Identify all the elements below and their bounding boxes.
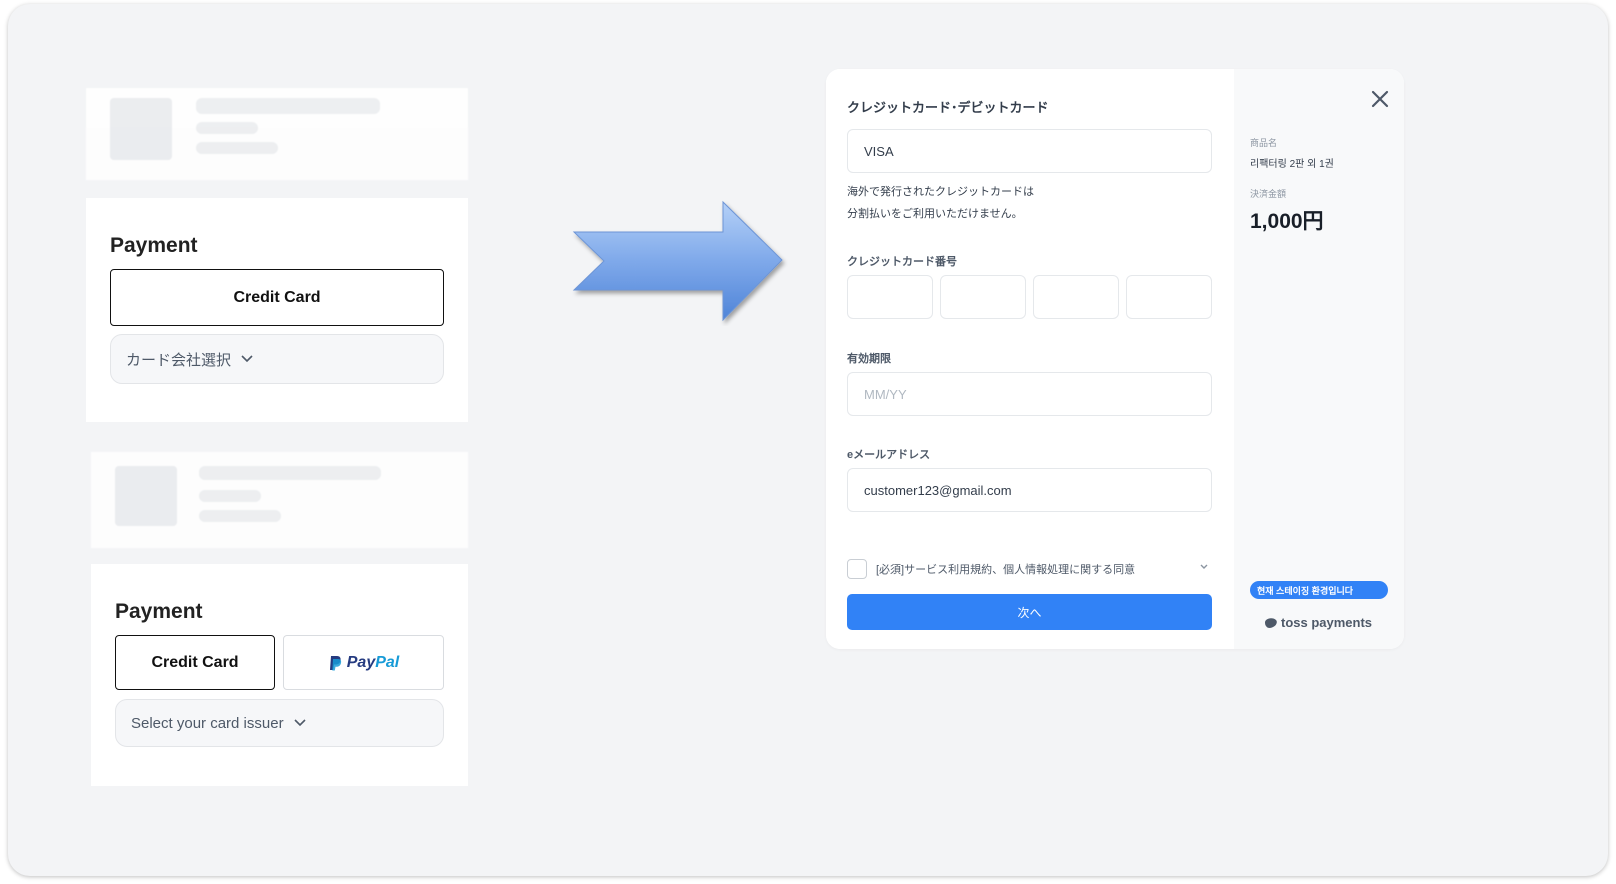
payment-panel-en: Payment Credit Card Pay Pal Select your c… [91, 564, 468, 786]
checkout-modal: クレジットカード･デビットカード VISA 海外で発行されたクレジットカードは … [826, 69, 1404, 649]
toss-payments-logo: toss payments [1264, 615, 1372, 630]
toss-logo-icon [1265, 617, 1277, 628]
skeleton-line [199, 510, 281, 522]
skeleton-line [196, 98, 380, 114]
card-issuer-select-label: Select your card issuer [131, 714, 284, 732]
skeleton-line [199, 490, 261, 502]
next-button[interactable]: 次へ [847, 594, 1212, 630]
card-number-input-2[interactable] [940, 275, 1026, 319]
amount-value: 1,000円 [1250, 210, 1324, 233]
close-icon[interactable] [1370, 89, 1390, 109]
overseas-card-note: 海外で発行されたクレジットカードは [847, 186, 1034, 198]
expiry-input[interactable]: MM/YY [847, 372, 1212, 416]
paypal-logo-icon [328, 655, 342, 671]
card-issuer-select[interactable]: カード会社選択 [110, 334, 444, 384]
skeleton-line [199, 466, 381, 480]
skeleton-card-bottom [91, 452, 468, 548]
order-summary: 商品名 리팩터링 2판 외 1권 決済金額 1,000円 현재 스테이징 환경입… [1234, 69, 1404, 649]
product-name-value: 리팩터링 2판 외 1권 [1250, 159, 1334, 170]
email-label: eメールアドレス [847, 449, 931, 461]
skeleton-thumbnail [115, 466, 177, 526]
paypal-button[interactable]: Pay Pal [283, 635, 444, 690]
chevron-down-icon [294, 719, 306, 727]
skeleton-card-top [86, 88, 468, 180]
staging-badge: 현재 스테이징 환경입니다 [1250, 581, 1388, 599]
card-issuer-select[interactable]: Select your card issuer [115, 699, 444, 747]
payment-panel-ja: Payment Credit Card カード会社選択 [86, 198, 468, 422]
payment-title: Payment [110, 234, 198, 257]
amount-label: 決済金額 [1250, 189, 1287, 199]
skeleton-thumbnail [110, 98, 172, 160]
card-number-input-4[interactable] [1126, 275, 1212, 319]
agree-checkbox[interactable] [847, 559, 867, 579]
arrow-right-icon [572, 200, 783, 322]
credit-card-button[interactable]: Credit Card [110, 269, 444, 326]
toss-payments-text: toss payments [1281, 615, 1373, 630]
chevron-down-icon[interactable] [1199, 563, 1209, 571]
paypal-text-pal: Pal [375, 653, 400, 671]
skeleton-line [196, 122, 258, 134]
card-number-input-1[interactable] [847, 275, 933, 319]
product-name-label: 商品名 [1250, 138, 1278, 148]
overseas-card-note: 分割払いをご利用いただけません。 [847, 208, 1023, 220]
card-issuer-select-label: カード会社選択 [126, 351, 232, 369]
credit-card-button[interactable]: Credit Card [115, 635, 275, 690]
checkout-form: クレジットカード･デビットカード VISA 海外で発行されたクレジットカードは … [826, 69, 1234, 649]
email-input[interactable]: customer123@gmail.com [847, 468, 1212, 512]
payment-method-heading: クレジットカード･デビットカード [847, 100, 1049, 115]
expiry-label: 有効期限 [847, 353, 891, 365]
paypal-text-pay: Pay [346, 653, 376, 671]
agree-terms-label: [必須]サービス利用規約、個人情報処理に関する同意 [876, 564, 1136, 576]
payment-title: Payment [115, 600, 203, 623]
card-number-input-3[interactable] [1033, 275, 1119, 319]
chevron-down-icon [241, 355, 253, 363]
skeleton-line [196, 142, 278, 154]
canvas: Payment Credit Card カード会社選択 Payment Cred… [8, 4, 1608, 876]
card-brand-field[interactable]: VISA [847, 129, 1212, 173]
card-number-label: クレジットカード番号 [847, 256, 957, 268]
